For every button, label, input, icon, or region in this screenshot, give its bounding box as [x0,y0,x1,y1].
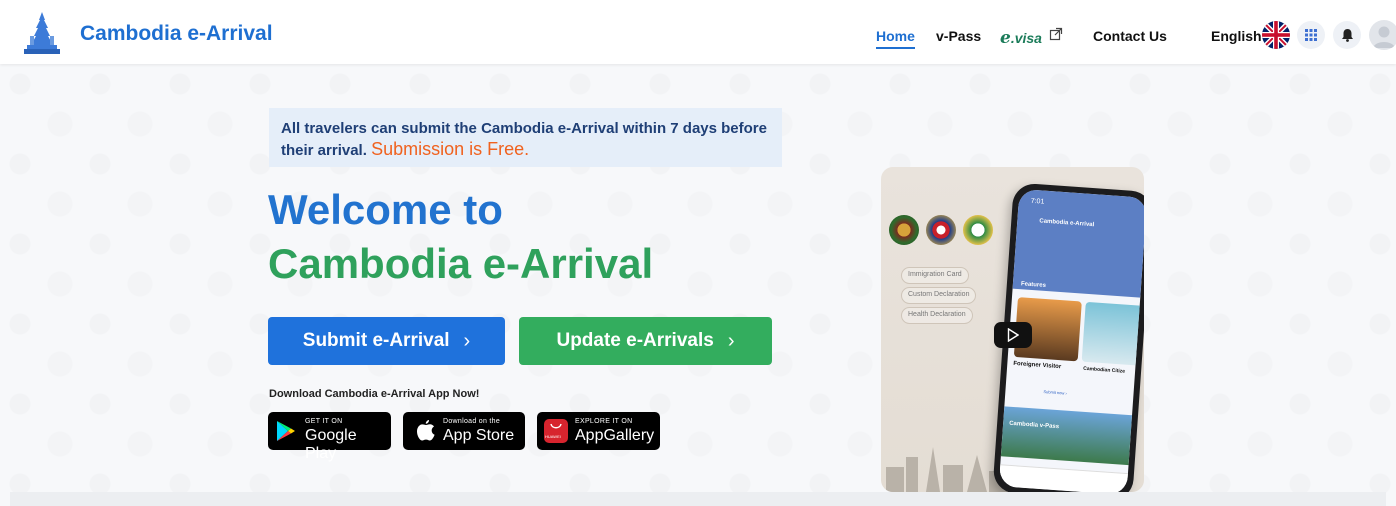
immigration-emblem-icon [889,215,919,245]
city-skyline-icon [886,447,1007,492]
apps-grid-button[interactable] [1297,21,1325,49]
phone-time: 7:01 [1030,197,1045,206]
bag-icon [550,423,562,429]
beach-card-image [1081,301,1144,366]
evisa-logo-e: e [1000,28,1011,48]
pill-custom-declaration: Custom Declaration [901,287,977,304]
external-link-icon [1049,27,1063,41]
download-app-label: Download Cambodia e-Arrival App Now! [269,388,480,400]
huawei-icon: HUAWEI [544,419,568,443]
update-e-arrivals-button[interactable]: Update e-Arrivals › [519,317,772,365]
app-gallery-badge[interactable]: HUAWEI EXPLORE IT ON AppGallery [537,412,660,450]
google-play-small-text: GET IT ON [305,418,343,425]
user-icon [1373,26,1395,48]
vpass-banner-image [1000,406,1133,466]
nav-vpass[interactable]: v-Pass [936,28,981,44]
chevron-right-icon: › [463,329,471,352]
play-icon [1007,328,1019,342]
app-gallery-big-text: AppGallery [575,427,655,444]
phone-card1-title: Foreigner Visitor [1013,360,1062,371]
google-play-icon [277,421,295,441]
hero-title-line1: Welcome to [268,186,503,233]
pill-immigration-card: Immigration Card [901,267,969,284]
cambodia-logo-icon[interactable] [22,10,62,56]
evisa-logo-text: .visa [1010,30,1042,46]
app-store-badge[interactable]: Download on the App Store [403,412,525,450]
submission-notice: All travelers can submit the Cambodia e-… [269,108,782,167]
play-video-button[interactable] [994,322,1032,348]
hero-title-line2: Cambodia e-Arrival [268,240,654,287]
submit-button-label: Submit e-Arrival [302,330,450,351]
health-emblem-icon [963,215,993,245]
huawei-badge-text: HUAWEI [545,434,561,439]
nav-home[interactable]: Home [876,28,915,49]
update-button-label: Update e-Arrivals [556,330,714,351]
apple-icon [417,420,435,441]
app-gallery-small-text: EXPLORE IT ON [575,418,633,425]
app-store-big-text: App Store [443,427,515,444]
phone-tab-bar [998,464,1128,492]
google-play-badge[interactable]: GET IT ON Google Play [268,412,391,462]
section-divider [10,492,1386,506]
brand-title[interactable]: Cambodia e-Arrival [80,22,273,46]
app-store-small-text: Download on the [443,418,501,425]
grid-icon [1305,29,1317,41]
nav-contact-us[interactable]: Contact Us [1093,28,1167,44]
phone-card2-title: Cambodian Citize [1082,365,1126,375]
pill-health-declaration: Health Declaration [901,307,973,324]
bell-icon [1341,29,1353,42]
chevron-right-icon: › [727,329,735,352]
submit-e-arrival-button[interactable]: Submit e-Arrival › [268,317,505,365]
uk-flag-icon[interactable] [1262,21,1290,49]
language-selector[interactable]: English [1211,28,1262,44]
user-avatar[interactable] [1369,20,1396,50]
notifications-button[interactable] [1333,21,1361,49]
google-play-big-text: Google Play [305,427,357,462]
notice-free-text: Submission is Free. [371,139,530,159]
top-navbar: Cambodia e-Arrival Home v-Pass e.visa Co… [0,0,1396,64]
customs-emblem-icon [926,215,956,245]
phone-card1-cta: Submit now › [1043,389,1067,396]
nav-evisa[interactable]: e.visa [1000,28,1042,48]
